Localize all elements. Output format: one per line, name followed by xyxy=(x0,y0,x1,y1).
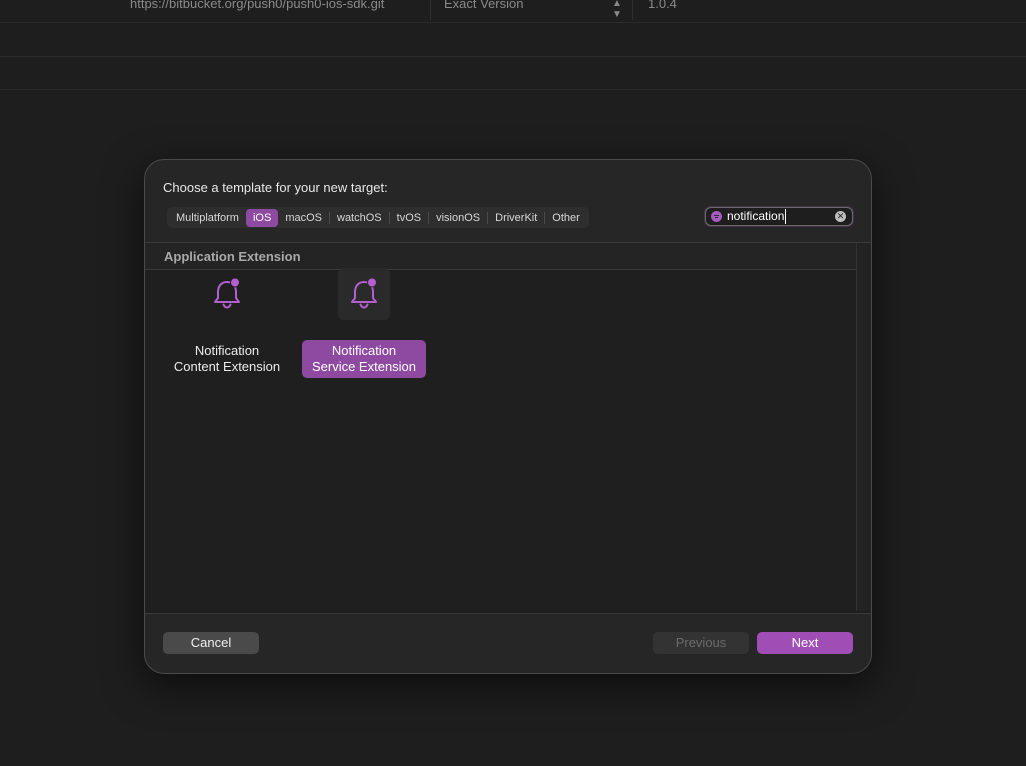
dependency-rule[interactable]: Exact Version xyxy=(444,0,524,11)
row-divider xyxy=(0,56,1026,57)
template-icon-container xyxy=(338,268,390,320)
template-notification-service-extension[interactable]: Notification Service Extension xyxy=(299,268,429,383)
template-list: Application Extension Notification Conte… xyxy=(145,242,871,614)
package-version[interactable]: 1.0.4 xyxy=(648,0,677,11)
tab-other[interactable]: Other xyxy=(545,209,587,227)
row-divider xyxy=(0,22,1026,23)
cancel-button[interactable]: Cancel xyxy=(163,632,259,654)
previous-button[interactable]: Previous xyxy=(653,632,749,654)
vertical-scrollbar[interactable] xyxy=(856,243,871,611)
clear-icon[interactable]: ✕ xyxy=(835,211,846,222)
template-notification-content-extension[interactable]: Notification Content Extension xyxy=(162,273,292,383)
platform-tabs: Multiplatform iOS macOS watchOS tvOS vis… xyxy=(167,207,589,228)
column-divider xyxy=(430,0,431,20)
section-header: Application Extension xyxy=(145,243,857,270)
tab-driverkit[interactable]: DriverKit xyxy=(488,209,544,227)
up-down-chevron-icon[interactable]: ▲ ▼ xyxy=(612,0,622,20)
template-label: Notification Content Extension xyxy=(173,343,281,374)
sheet-footer: Cancel Previous Next xyxy=(145,612,871,672)
search-input[interactable]: notification xyxy=(727,209,787,224)
template-icon-container xyxy=(207,273,247,313)
column-divider xyxy=(632,0,633,20)
row-divider xyxy=(0,89,1026,90)
background-window: https://bitbucket.org/push0/push0-ios-sd… xyxy=(0,0,1026,90)
bell-badge-icon xyxy=(351,277,377,309)
tab-visionos[interactable]: visionOS xyxy=(429,209,487,227)
filter-icon[interactable] xyxy=(711,211,722,222)
tab-tvos[interactable]: tvOS xyxy=(390,209,428,227)
next-button[interactable]: Next xyxy=(757,632,853,654)
filter-search-field[interactable]: notification ✕ xyxy=(705,207,853,226)
tab-ios[interactable]: iOS xyxy=(245,208,279,227)
section-label: Application Extension xyxy=(164,249,301,264)
template-chooser-sheet: Choose a template for your new target: M… xyxy=(144,159,872,674)
template-label: Notification Service Extension xyxy=(302,340,426,378)
tab-multiplatform[interactable]: Multiplatform xyxy=(169,209,246,227)
tab-watchos[interactable]: watchOS xyxy=(330,209,389,227)
tab-macos[interactable]: macOS xyxy=(278,209,329,227)
bell-badge-icon xyxy=(214,277,240,309)
package-url: https://bitbucket.org/push0/push0-ios-sd… xyxy=(130,0,385,11)
sheet-title: Choose a template for your new target: xyxy=(163,180,388,195)
